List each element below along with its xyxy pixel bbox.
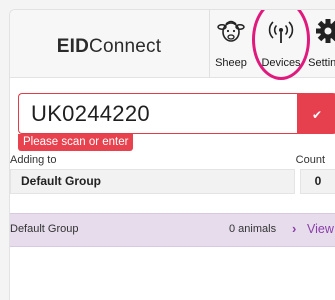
validation-error-badge: Please scan or enter: [18, 134, 134, 151]
count-label: Count: [295, 154, 325, 166]
check-icon: ✔: [312, 108, 323, 122]
tag-scan-input[interactable]: UK0244220: [18, 93, 297, 134]
app-window: EIDConnect Sheep Devices Setti UK0244220…: [9, 9, 335, 300]
group-list-item[interactable]: Default Group 0 animals › View: [10, 213, 335, 247]
adding-to-label: Adding to: [10, 154, 57, 166]
confirm-scan-button[interactable]: ✔: [297, 93, 335, 134]
group-select[interactable]: Default Group: [10, 169, 295, 194]
nav-devices-label: Devices: [261, 57, 301, 69]
view-group-link[interactable]: View: [307, 222, 334, 236]
nav-sheep-label: Sheep: [215, 57, 247, 69]
nav-sheep-button[interactable]: Sheep: [208, 18, 254, 72]
nav-settings-label: Settings: [308, 57, 335, 69]
chevron-right-icon: ›: [292, 221, 297, 236]
nav-devices-button[interactable]: Devices: [256, 18, 306, 72]
sheep-icon: [208, 18, 254, 46]
animal-count: 0 animals: [229, 223, 277, 235]
wifi-signal-icon: [256, 18, 306, 46]
count-value: 0: [300, 169, 335, 194]
gear-icon: [304, 18, 335, 46]
group-name: Default Group: [10, 223, 79, 235]
app-title: EIDConnect: [56, 36, 162, 57]
top-bar: EIDConnect Sheep Devices Setti: [10, 10, 335, 78]
nav-settings-button[interactable]: Settings: [304, 18, 335, 72]
